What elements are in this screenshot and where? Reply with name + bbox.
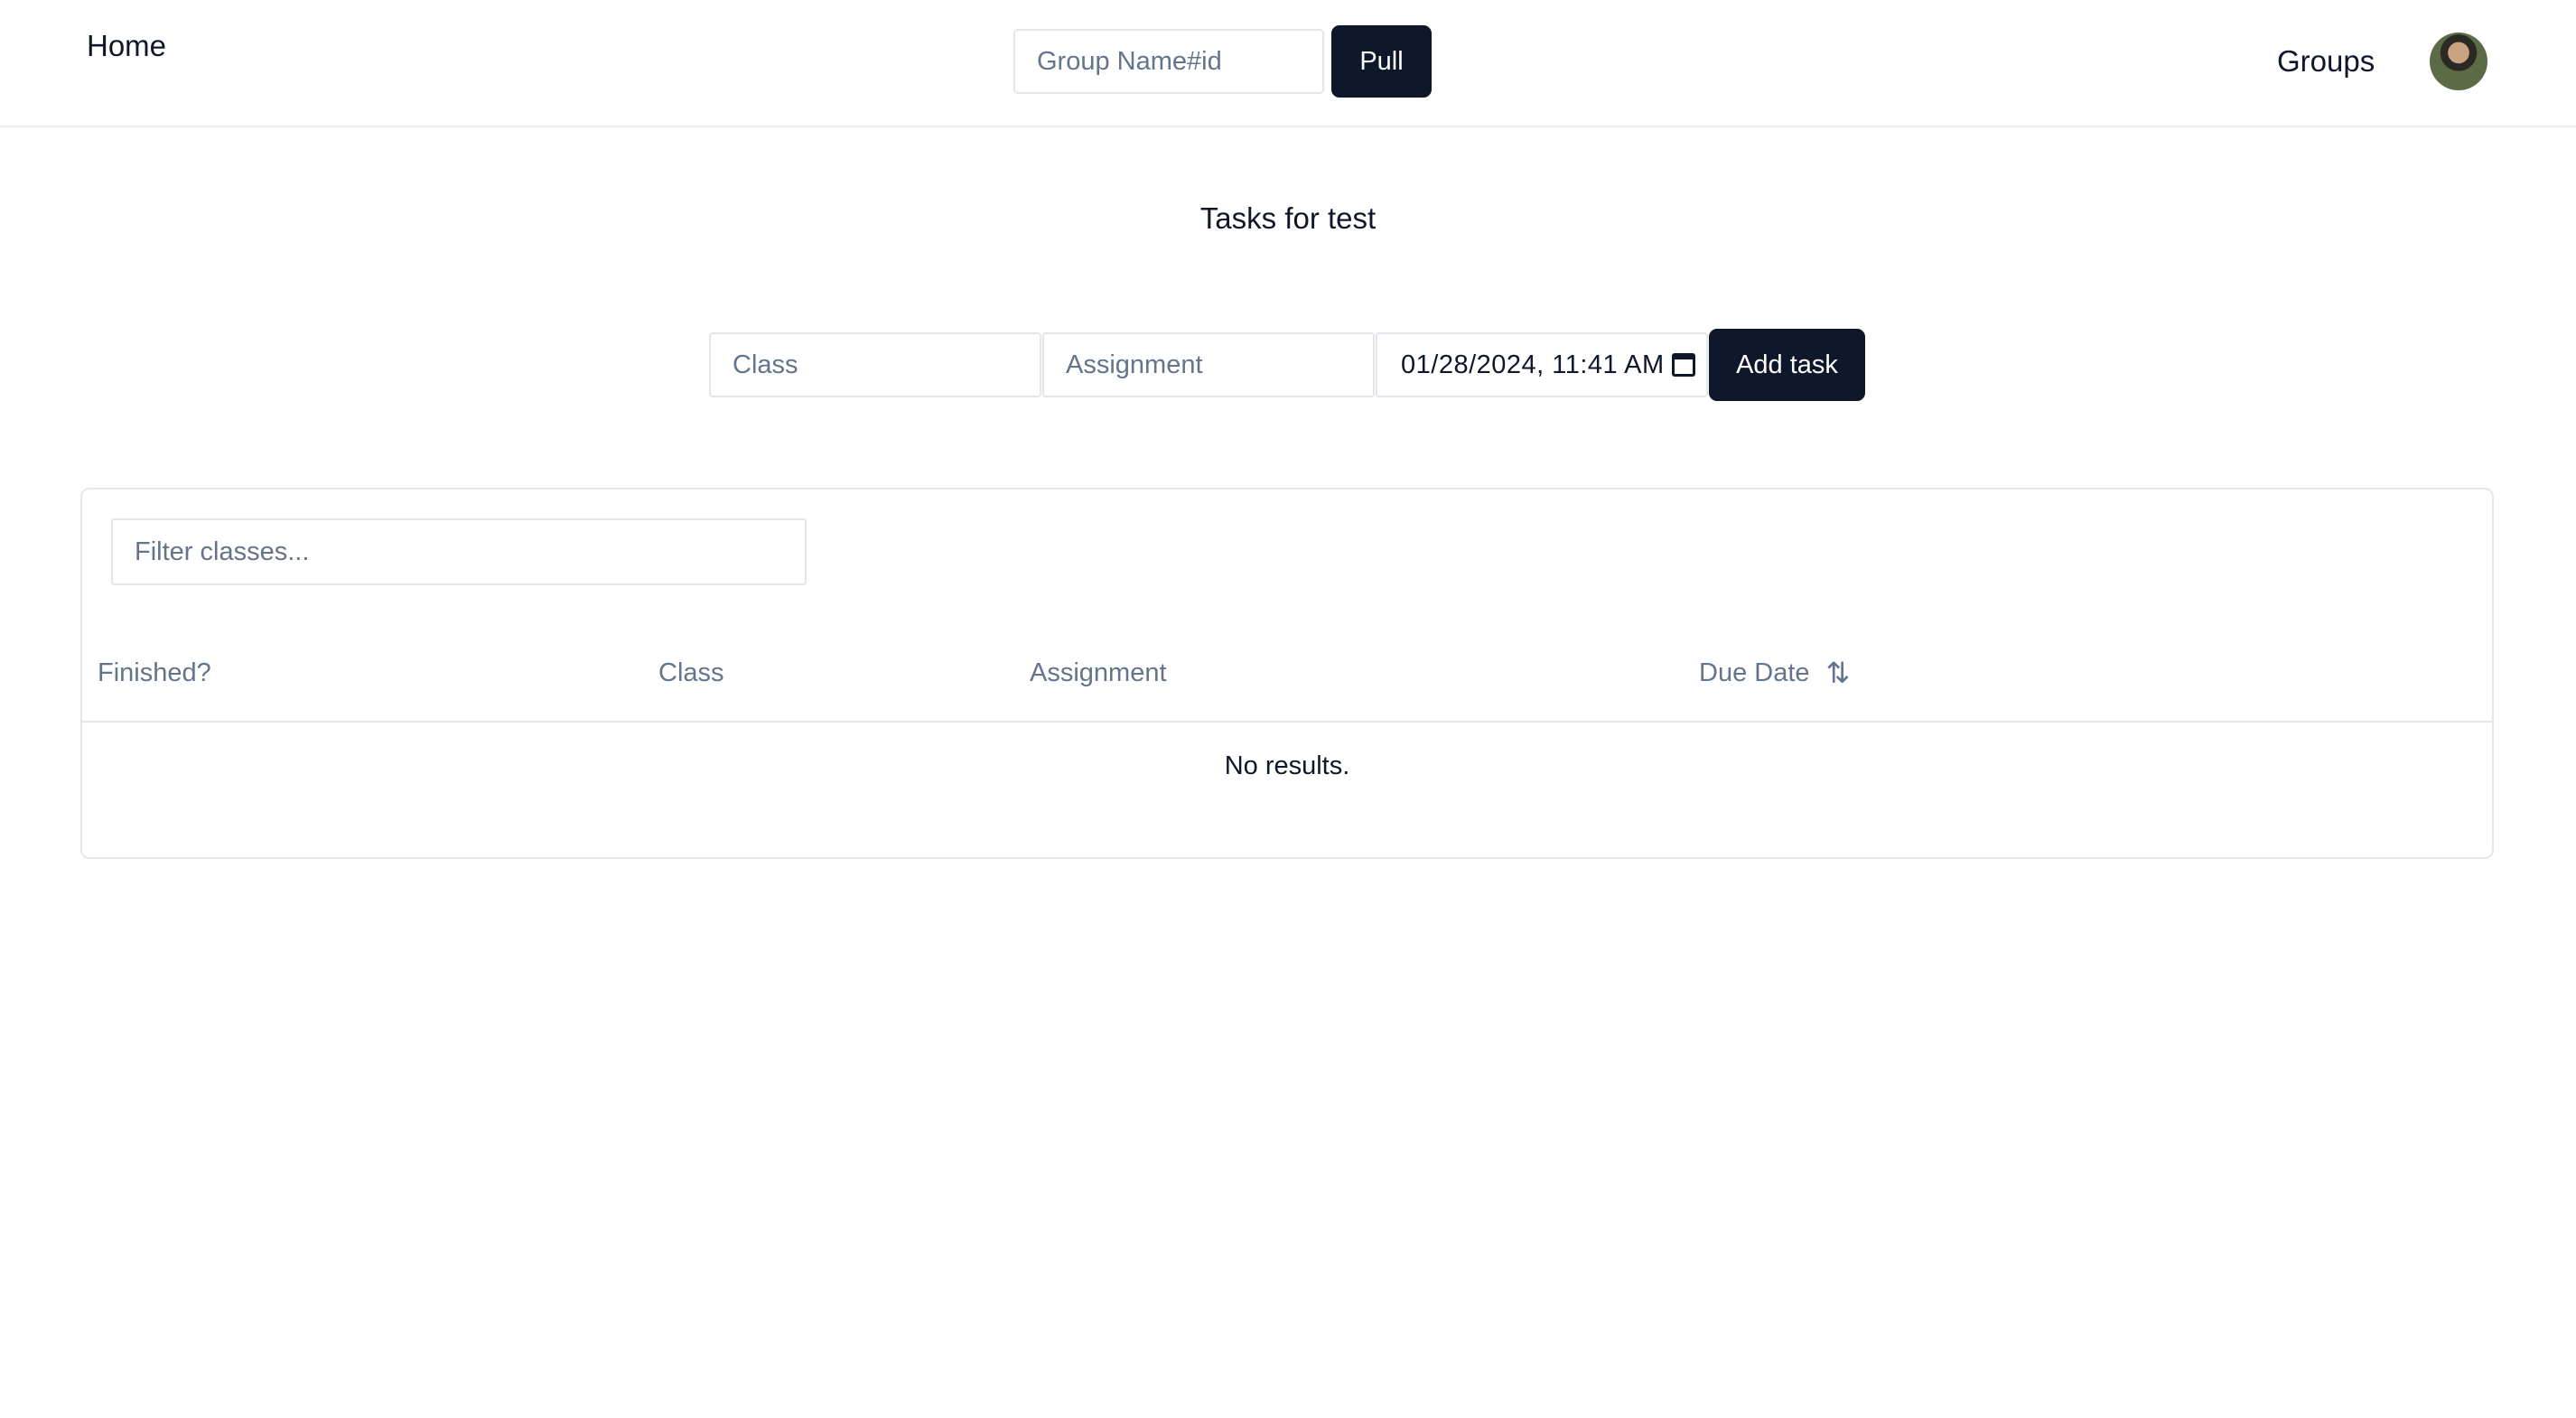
page-title: Tasks for test: [1199, 201, 1377, 235]
column-header-finished: Finished?: [98, 658, 211, 687]
pull-button[interactable]: Pull: [1331, 25, 1432, 98]
tasks-table-card: Finished? Class Assignment Due Date ⇅ No…: [80, 488, 2494, 859]
top-navbar: Home Pull Groups: [0, 0, 2576, 127]
home-link[interactable]: Home: [87, 27, 166, 65]
column-header-assignment: Assignment: [1030, 658, 1167, 687]
calendar-icon[interactable]: [1672, 353, 1695, 377]
column-header-due-date[interactable]: Due Date ⇅: [1699, 625, 1851, 721]
avatar[interactable]: [2430, 33, 2487, 90]
empty-state-message: No results.: [1224, 751, 1350, 780]
due-date-header-label: Due Date: [1699, 658, 1810, 687]
column-header-class: Class: [658, 658, 724, 687]
assignment-input[interactable]: [1042, 332, 1375, 397]
due-date-input[interactable]: 01/28/2024, 11:41 AM: [1376, 332, 1708, 397]
table-header-row: Finished? Class Assignment Due Date ⇅: [82, 625, 2492, 723]
groups-link[interactable]: Groups: [2277, 42, 2375, 80]
sort-icon[interactable]: ⇅: [1826, 656, 1851, 690]
filter-classes-input[interactable]: [111, 518, 807, 585]
due-date-value: 01/28/2024, 11:41 AM: [1401, 350, 1665, 379]
class-input[interactable]: [709, 332, 1041, 397]
group-name-input[interactable]: [1013, 29, 1324, 94]
add-task-button[interactable]: Add task: [1709, 329, 1865, 401]
